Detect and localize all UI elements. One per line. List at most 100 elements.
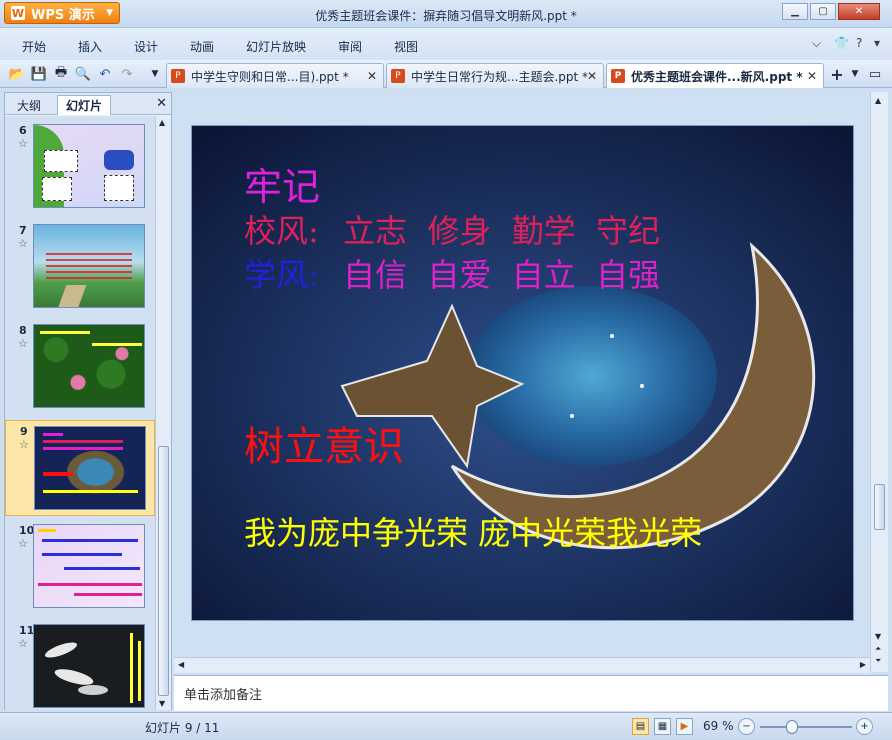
notes-pane[interactable]: 单击添加备注 (174, 675, 888, 711)
zoom-slider[interactable] (760, 726, 852, 728)
status-bar: 幻灯片 9 / 11 ▤ ▦ ▶ 69 % − + (0, 712, 892, 740)
slide-number: 8 (19, 324, 27, 337)
menu-view[interactable]: 视图 (394, 38, 418, 55)
print-icon[interactable]: 🖶 (52, 65, 70, 83)
study-motto-text: 自信 自爱 自立 自强 (342, 256, 661, 294)
tab-label: 中学生日常行为规...主题会.ppt * (411, 69, 589, 84)
close-window-button[interactable]: ✕ (838, 3, 880, 20)
animation-star-icon: ☆ (19, 438, 29, 451)
title-bar: W WPS 演示 ▼ 优秀主题班会课件：摒弃随习倡导文明新风.ppt * ▁ ▢… (0, 0, 892, 28)
zoom-out-icon[interactable]: − (738, 718, 755, 735)
customize-toolbar-icon[interactable]: ▼ (146, 65, 164, 83)
scrollbar-thumb[interactable] (158, 446, 169, 696)
animation-star-icon: ☆ (18, 337, 28, 350)
study-motto-line: 学风: 自信 自爱 自立 自强 (244, 250, 660, 296)
scrollbar-thumb[interactable] (874, 484, 885, 530)
menu-insert[interactable]: 插入 (78, 38, 102, 55)
current-slide[interactable]: 牢记 校风: 立志 修身 勤学 守纪 学风: 自信 自爱 自立 自强 树立意识 … (191, 125, 854, 621)
menu-slideshow[interactable]: 幻灯片放映 (246, 38, 306, 55)
scroll-up-icon[interactable]: ▲ (875, 96, 881, 105)
save-icon[interactable]: 💾 (30, 65, 48, 83)
tab-doc-2[interactable]: P 中学生日常行为规...主题会.ppt * ✕ (386, 63, 604, 88)
thumbnail-row[interactable]: 8 ☆ (5, 324, 155, 414)
tab-doc-1[interactable]: P 中学生守则和日常...目).ppt * ✕ (166, 63, 384, 88)
zoom-slider-knob[interactable] (786, 720, 799, 734)
school-motto-label: 校风: (244, 212, 319, 250)
menu-animation[interactable]: 动画 (190, 38, 214, 55)
thumbnail-list: 6 ☆ 7 ☆ 8 ☆ 9 ☆ 10 ☆ 11 ☆ (5, 116, 155, 710)
school-motto-line: 校风: 立志 修身 勤学 守纪 (244, 206, 660, 252)
thumbnail-scrollbar[interactable]: ▲ ▼ (155, 116, 171, 710)
undo-icon[interactable]: ↶ (96, 65, 114, 83)
slide-thumbnail[interactable] (34, 426, 146, 510)
dropdown-icon[interactable]: ▾ (874, 36, 880, 50)
new-tab-icon[interactable]: + (828, 65, 846, 84)
slide-number: 9 (20, 425, 28, 438)
slide-editor: 牢记 校风: 立志 修身 勤学 守纪 学风: 自信 自爱 自立 自强 树立意识 … (174, 92, 870, 660)
redo-icon[interactable]: ↷ (118, 65, 136, 83)
panel-tabs: 大纲 幻灯片 ✕ (5, 93, 171, 115)
collapse-ribbon-icon[interactable]: ⌵ (812, 36, 821, 51)
minimize-button[interactable]: ▁ (782, 3, 808, 20)
window-title: 优秀主题班会课件：摒弃随习倡导文明新风.ppt * (315, 9, 577, 23)
maximize-button[interactable]: ▢ (810, 3, 836, 20)
menu-start[interactable]: 开始 (22, 38, 46, 55)
tab-label: 优秀主题班会课件...新风.ppt * (631, 69, 803, 84)
thumbnail-row-selected[interactable]: 9 ☆ (5, 420, 155, 516)
skin-icon[interactable]: 👕 (834, 36, 849, 50)
tab-label: 中学生守则和日常...目).ppt * (191, 69, 349, 84)
slide-heading-awareness: 树立意识 (244, 424, 404, 470)
animation-star-icon: ☆ (18, 137, 28, 150)
scroll-down-icon[interactable]: ▼ (875, 632, 881, 641)
study-motto-label: 学风: (244, 256, 319, 294)
prev-slide-icon[interactable]: ⏶ (875, 644, 881, 654)
next-slide-icon[interactable]: ⏷ (875, 656, 881, 666)
print-preview-icon[interactable]: 🔍 (74, 65, 92, 83)
school-motto-text: 立志 修身 勤学 守纪 (342, 212, 661, 250)
notes-placeholder: 单击添加备注 (184, 688, 263, 703)
editor-vertical-scrollbar[interactable]: ▲ ▼ ⏶ ⏷ (870, 92, 888, 672)
animation-star-icon: ☆ (18, 237, 28, 250)
slide-counter: 幻灯片 9 / 11 (145, 721, 220, 735)
slide-thumbnail[interactable] (33, 624, 145, 708)
menu-review[interactable]: 审阅 (338, 38, 362, 55)
slide-thumbnail[interactable] (33, 324, 145, 408)
tab-slides[interactable]: 幻灯片 (57, 95, 112, 115)
scroll-left-icon[interactable]: ◀ (178, 660, 184, 669)
tab-list-icon[interactable]: ▼ (846, 65, 864, 83)
open-folder-icon[interactable]: 📂 (8, 65, 26, 83)
slide-thumbnail[interactable] (33, 124, 145, 208)
animation-star-icon: ☆ (18, 537, 28, 550)
ppt-file-icon: P (611, 69, 625, 83)
window-layout-icon[interactable]: ▭ (866, 65, 884, 83)
normal-view-icon[interactable]: ▤ (632, 718, 649, 735)
close-panel-icon[interactable]: ✕ (156, 96, 167, 111)
slides-panel: 大纲 幻灯片 ✕ 6 ☆ 7 ☆ 8 ☆ 9 ☆ 10 ☆ 11 ☆ ▲ ▼ (4, 92, 172, 710)
tab-doc-3[interactable]: P 优秀主题班会课件...新风.ppt * ✕ (606, 63, 824, 88)
help-icon[interactable]: ? (856, 36, 862, 50)
slide-thumbnail[interactable] (33, 224, 145, 308)
scroll-down-icon[interactable]: ▼ (159, 699, 165, 708)
close-tab-icon[interactable]: ✕ (807, 69, 817, 83)
slide-sorter-icon[interactable]: ▦ (654, 718, 671, 735)
thumbnail-row[interactable]: 6 ☆ (5, 124, 155, 214)
thumbnail-row[interactable]: 7 ☆ (5, 224, 155, 314)
ppt-file-icon: P (171, 69, 185, 83)
animation-star-icon: ☆ (18, 637, 28, 650)
slide-slogan: 我为庞中争光荣 庞中光荣我光荣 (244, 514, 703, 552)
slide-number: 7 (19, 224, 27, 237)
thumbnail-row[interactable]: 11 ☆ (5, 624, 155, 710)
close-tab-icon[interactable]: ✕ (587, 69, 597, 83)
close-tab-icon[interactable]: ✕ (367, 69, 377, 83)
scroll-right-icon[interactable]: ▶ (860, 660, 866, 669)
slide-thumbnail[interactable] (33, 524, 145, 608)
slide-number: 6 (19, 124, 27, 137)
ppt-file-icon: P (391, 69, 405, 83)
scroll-up-icon[interactable]: ▲ (159, 118, 165, 127)
editor-horizontal-scrollbar[interactable]: ◀ ▶ (174, 657, 870, 673)
zoom-in-icon[interactable]: + (856, 718, 873, 735)
menu-design[interactable]: 设计 (134, 38, 158, 55)
slideshow-icon[interactable]: ▶ (676, 718, 693, 735)
thumbnail-row[interactable]: 10 ☆ (5, 524, 155, 614)
tab-outline[interactable]: 大纲 (9, 95, 49, 115)
